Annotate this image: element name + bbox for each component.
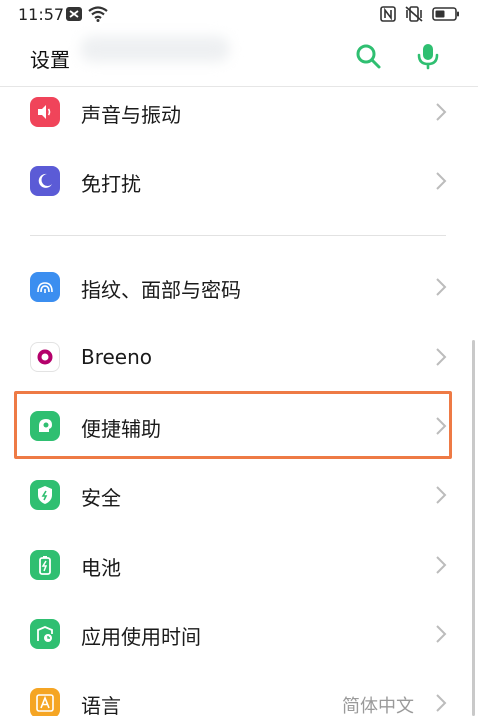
setting-value-language: 简体中文: [342, 696, 414, 716]
setting-label-battery: 电池: [81, 556, 121, 580]
setting-item-dnd[interactable]: 免打扰: [0, 146, 478, 216]
setting-item-battery[interactable]: 电池: [0, 530, 478, 600]
setting-item-security[interactable]: 安全: [0, 460, 478, 530]
setting-label-dnd: 免打扰: [81, 172, 141, 196]
setting-item-sound[interactable]: 声音与振动: [0, 77, 478, 147]
chevron-right-icon: [436, 278, 447, 296]
chevron-right-icon: [436, 103, 447, 121]
battery-icon: [30, 550, 60, 580]
setting-item-fingerprint[interactable]: 指纹、面部与密码: [0, 252, 478, 322]
search-icon[interactable]: [354, 42, 382, 70]
section-divider: [30, 235, 446, 236]
chevron-right-icon: [436, 486, 447, 504]
chevron-right-icon: [436, 625, 447, 643]
setting-label-security: 安全: [81, 486, 121, 510]
setting-item-language[interactable]: 语言 简体中文: [0, 668, 478, 716]
chevron-right-icon: [436, 348, 447, 366]
shield-icon: [30, 480, 60, 510]
microphone-icon[interactable]: [414, 42, 442, 70]
blurred-search-hint: [80, 36, 230, 62]
message-notification-icon: [66, 7, 82, 21]
chevron-right-icon: [436, 556, 447, 574]
battery-icon-status: [432, 7, 459, 21]
speaker-icon: [30, 97, 60, 127]
breeno-icon: [30, 342, 60, 372]
status-bar: 11:57: [0, 0, 478, 30]
moon-icon: [30, 166, 60, 196]
app-usage-icon: [30, 619, 60, 649]
vibrate-icon: [405, 6, 423, 22]
language-icon: [30, 688, 60, 716]
setting-label-app-usage: 应用使用时间: [81, 625, 201, 649]
setting-item-breeno[interactable]: Breeno: [0, 322, 478, 392]
highlight-box: [14, 391, 452, 459]
setting-label-sound: 声音与振动: [81, 103, 181, 127]
scrollbar[interactable]: [472, 340, 475, 716]
face-fingerprint-icon: [30, 272, 60, 302]
status-icons-left: [66, 6, 108, 22]
status-time: 11:57: [18, 5, 65, 24]
nfc-icon: [380, 6, 396, 22]
wifi-icon: [88, 6, 108, 22]
setting-item-app-usage[interactable]: 应用使用时间: [0, 599, 478, 669]
setting-label-breeno: Breeno: [81, 345, 153, 369]
setting-label-language: 语言: [81, 694, 121, 716]
chevron-right-icon: [436, 694, 447, 712]
setting-label-fingerprint: 指纹、面部与密码: [81, 278, 241, 302]
page-title: 设置: [30, 48, 70, 72]
status-icons-right: [380, 6, 460, 22]
chevron-right-icon: [436, 172, 447, 190]
